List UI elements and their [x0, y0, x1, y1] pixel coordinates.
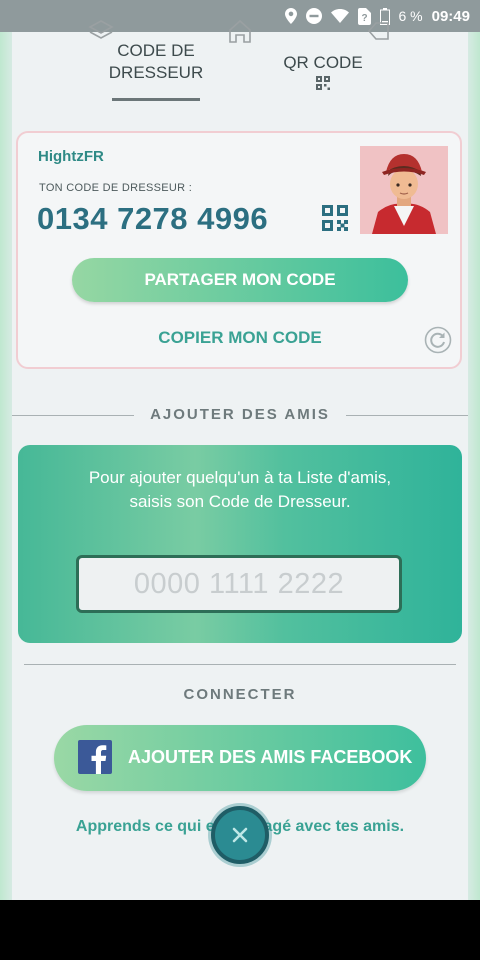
refresh-icon[interactable] [424, 326, 452, 354]
add-facebook-friends-label: AJOUTER DES AMIS FACEBOOK [128, 747, 413, 767]
close-button[interactable] [211, 806, 269, 864]
do-not-disturb-icon [305, 8, 322, 24]
system-nav-bar [0, 900, 480, 960]
recent-apps-icon[interactable] [86, 16, 116, 46]
back-icon[interactable] [364, 16, 394, 46]
close-icon [232, 827, 248, 843]
connect-title: CONNECTER [183, 686, 297, 703]
trainer-code-input[interactable] [76, 555, 402, 613]
qr-code-icon [316, 76, 330, 90]
tab-trainer-code-line2: DRESSEUR [108, 63, 204, 82]
location-icon [284, 8, 297, 24]
trainer-code-label: TON CODE DE DRESSEUR : [39, 182, 193, 194]
trainer-avatar [360, 146, 448, 234]
share-code-button[interactable]: PARTAGER MON CODE [72, 258, 408, 302]
connect-divider [24, 664, 456, 665]
tab-qr-code-label: QR CODE [283, 53, 363, 72]
home-icon[interactable] [225, 16, 255, 46]
trainer-code-value: 0134 7278 4996 [37, 201, 269, 236]
section-divider-right [346, 415, 468, 416]
clock: 09:49 [431, 7, 470, 25]
tab-trainer-code[interactable]: CODE DE DRESSEUR [96, 40, 216, 84]
add-friends-title: AJOUTER DES AMIS [150, 406, 330, 423]
copy-code-button[interactable]: COPIER MON CODE [120, 328, 360, 348]
section-divider-left [12, 415, 134, 416]
wifi-icon [330, 9, 349, 23]
qr-code-icon[interactable] [322, 205, 348, 231]
add-friend-instructions: Pour ajouter quelqu'un à ta Liste d'amis… [88, 468, 392, 511]
battery-percent: 6 % [398, 8, 423, 24]
facebook-icon [78, 740, 112, 774]
active-tab-indicator [112, 98, 200, 101]
tab-qr-code[interactable]: QR CODE [270, 52, 376, 74]
trainer-username: HightzFR [38, 148, 104, 165]
